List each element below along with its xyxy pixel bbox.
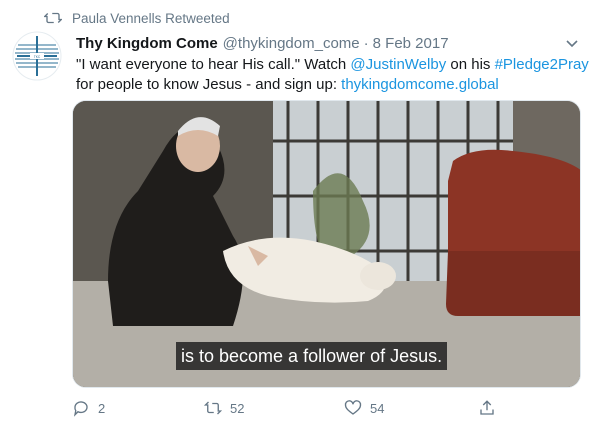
reply-button[interactable]: 2 [72,399,105,417]
tweet-text-part2: on his [446,56,495,73]
like-count: 54 [370,400,385,416]
tweet-header: Thy Kingdom Come @thykingdom_come · 8 Fe… [76,33,584,53]
separator-dot: · [363,34,369,52]
url-link[interactable]: thykingdomcome.global [341,76,499,93]
tweet-date[interactable]: 8 Feb 2017 [373,35,449,52]
retweet-context: Paula Vennells Retweeted [44,8,230,28]
retweeted-by-label[interactable]: Paula Vennells Retweeted [72,11,230,26]
tweet-video[interactable]: is to become a follower of Jesus. [72,100,581,388]
share-icon [480,400,494,415]
retweet-button[interactable]: 52 [204,399,244,417]
avatar[interactable]: TKC [12,31,62,81]
reply-icon [73,401,88,417]
share-button[interactable] [478,399,496,417]
heart-icon [344,400,362,415]
tweet-text: "I want everyone to hear His call." Watc… [76,55,589,95]
author-name[interactable]: Thy Kingdom Come [76,35,218,52]
retweet-icon [204,401,222,415]
retweet-icon [44,12,62,24]
hashtag-link[interactable]: #Pledge2Pray [495,56,589,73]
reply-count: 2 [98,400,106,416]
svg-text:TKC: TKC [34,55,41,59]
chevron-down-icon[interactable] [564,35,580,51]
mention-link[interactable]: @JustinWelby [350,56,446,73]
tweet-text-part1: "I want everyone to hear His call." Watc… [76,56,351,73]
tweet-text-line-2: for people to know Jesus - and sign up: … [76,75,586,95]
video-caption: is to become a follower of Jesus. [176,342,448,370]
author-handle[interactable]: @thykingdom_come [223,35,360,52]
retweet-count: 52 [230,400,245,416]
tweet-text-line-1: "I want everyone to hear His call." Watc… [76,55,589,75]
tweet-text-part3: for people to know Jesus - and sign up: [76,76,342,93]
thy-kingdom-come-logo-icon: TKC [12,31,62,81]
tweet-actions: 2 52 54 [72,396,512,420]
like-button[interactable]: 54 [344,399,384,417]
